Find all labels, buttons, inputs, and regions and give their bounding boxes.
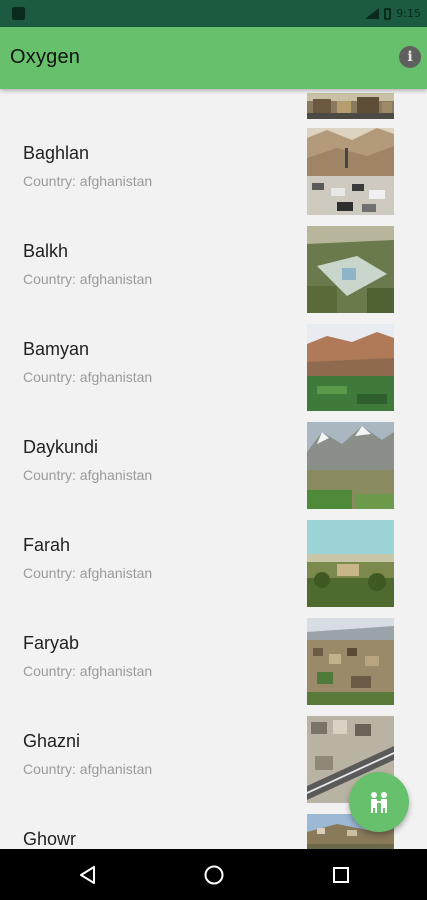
list-item[interactable]: Baghlan Country: afghanistan	[0, 126, 427, 224]
item-thumbnail	[307, 422, 394, 509]
list-item[interactable]	[0, 89, 427, 120]
people-icon	[371, 792, 387, 813]
item-thumbnail	[307, 324, 394, 411]
list-item[interactable]: Bamyan Country: afghanistan	[0, 322, 427, 420]
item-country: Country: afghanistan	[23, 761, 153, 777]
status-time: 9:15	[396, 7, 421, 20]
back-icon	[80, 866, 95, 884]
recents-button[interactable]	[327, 861, 355, 889]
item-name: Balkh	[23, 241, 69, 261]
item-name: Ghowr	[23, 829, 77, 849]
item-thumbnail	[307, 128, 394, 215]
item-thumbnail	[307, 618, 394, 705]
notification-icon	[12, 7, 25, 20]
item-thumbnail	[307, 93, 394, 119]
battery-icon	[384, 7, 392, 20]
navigation-bar	[0, 849, 427, 900]
item-thumbnail	[307, 226, 394, 313]
status-bar: 9:15	[0, 0, 427, 27]
item-country: Country: afghanistan	[23, 369, 153, 385]
back-button[interactable]	[74, 861, 102, 889]
item-name: Baghlan	[23, 143, 90, 163]
signal-icon	[365, 8, 380, 19]
app-title: Oxygen	[10, 46, 81, 68]
info-icon[interactable]: i	[399, 46, 421, 68]
recents-icon	[333, 867, 349, 883]
list-item[interactable]: Daykundi Country: afghanistan	[0, 420, 427, 518]
item-name: Bamyan	[23, 339, 90, 359]
status-icons: 9:15	[365, 5, 421, 22]
people-fab-button[interactable]	[349, 772, 409, 832]
item-country: Country: afghanistan	[23, 663, 153, 679]
item-name: Faryab	[23, 633, 80, 653]
item-name: Daykundi	[23, 437, 99, 457]
item-country: Country: afghanistan	[23, 173, 153, 189]
app-bar: Oxygen i	[0, 27, 427, 89]
home-icon	[204, 865, 224, 885]
region-list[interactable]: Baghlan Country: afghanistan Balkh Count…	[0, 89, 427, 849]
list-item[interactable]: Balkh Country: afghanistan	[0, 224, 427, 322]
item-country: Country: afghanistan	[23, 467, 153, 483]
home-button[interactable]	[200, 861, 228, 889]
item-name: Farah	[23, 535, 71, 555]
list-item[interactable]: Faryab Country: afghanistan	[0, 616, 427, 714]
item-country: Country: afghanistan	[23, 565, 153, 581]
item-name: Ghazni	[23, 731, 81, 751]
list-item[interactable]: Farah Country: afghanistan	[0, 518, 427, 616]
item-thumbnail	[307, 520, 394, 607]
item-country: Country: afghanistan	[23, 271, 153, 287]
